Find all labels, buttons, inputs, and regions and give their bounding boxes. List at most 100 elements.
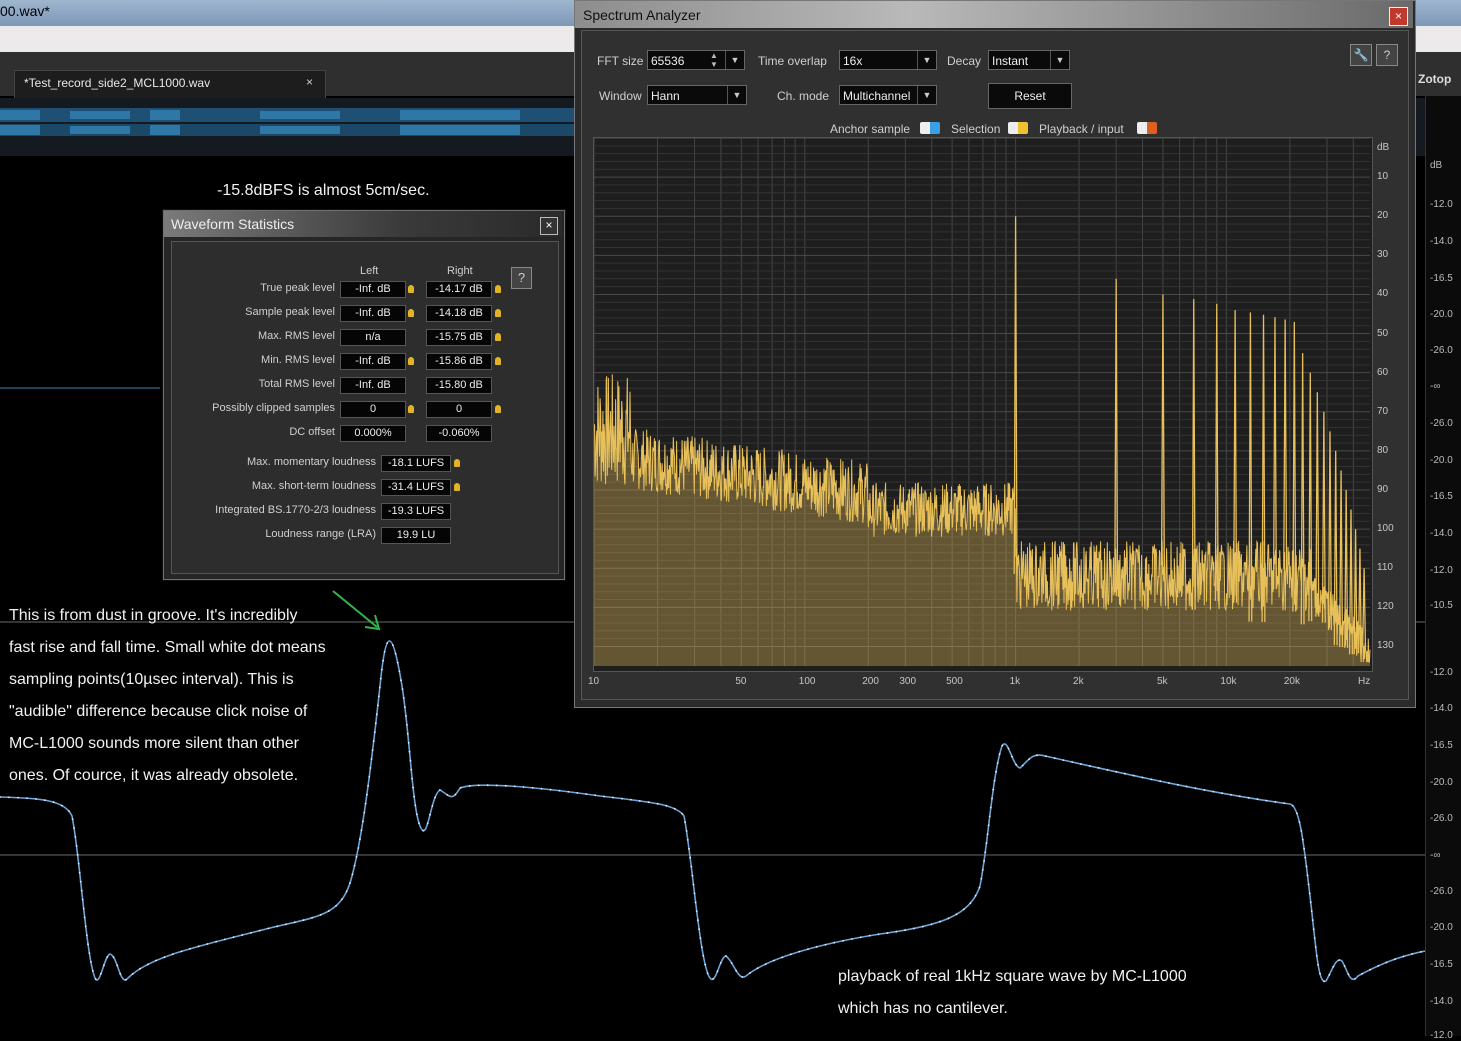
sample-dot: [378, 686, 381, 689]
window-select[interactable]: Hann ▼: [647, 85, 747, 105]
tab-close-icon[interactable]: ×: [306, 75, 313, 89]
sample-dot: [26, 797, 28, 799]
fft-size-select[interactable]: 65536 ▲ ▼ ▼: [647, 50, 745, 70]
sample-dot: [1036, 754, 1038, 757]
help-button[interactable]: ?: [511, 267, 532, 289]
sample-dot: [88, 952, 91, 954]
locate-pin-icon[interactable]: [495, 357, 501, 365]
sample-dot: [1015, 763, 1017, 766]
selection-lr-toggle[interactable]: [1008, 122, 1028, 134]
sample-dot: [1238, 795, 1241, 798]
sample-dot: [486, 784, 489, 787]
sample-dot: [716, 970, 719, 973]
sample-dot: [1168, 782, 1170, 784]
spectrum-analyzer-titlebar[interactable]: Spectrum Analyzer: [575, 1, 1413, 28]
sample-dot: [374, 722, 377, 725]
sample-dot: [116, 964, 119, 967]
sample-dot: [1053, 757, 1056, 759]
sample-dot: [1124, 772, 1126, 775]
green-arrow-icon: [332, 590, 381, 631]
sample-dot: [773, 959, 775, 962]
right-column-header: Right: [447, 265, 473, 277]
sample-dot: [1328, 973, 1331, 976]
ruler-tick-label: -20.0: [1430, 777, 1453, 788]
sample-dot: [258, 929, 261, 932]
stat-left-value: -Inf. dB: [340, 281, 406, 298]
sample-dot: [691, 874, 694, 877]
locate-pin-icon[interactable]: [495, 405, 501, 413]
sample-dot: [693, 892, 696, 895]
locate-pin-icon[interactable]: [408, 285, 414, 293]
locate-pin-icon[interactable]: [408, 405, 414, 413]
harmonic-peak: [1272, 317, 1277, 590]
sample-dot: [1132, 774, 1135, 777]
sample-dot: [702, 954, 705, 957]
sample-dot: [983, 860, 985, 862]
sample-dot: [719, 962, 722, 964]
loudness-label: Max. short-term loudness: [251, 480, 376, 492]
sample-dot: [412, 786, 414, 789]
locate-pin-icon[interactable]: [408, 309, 414, 317]
decay-select[interactable]: Instant ▼: [988, 50, 1070, 70]
anchor-lr-toggle[interactable]: [920, 122, 940, 134]
sample-dot: [112, 956, 115, 958]
sample-dot: [1347, 973, 1350, 976]
sample-dot: [90, 961, 92, 963]
chevron-down-icon: ▼: [725, 51, 744, 69]
sample-dot: [699, 937, 702, 939]
dust-note-line: sampling points(10µsec interval). This i…: [9, 671, 294, 688]
spectrum-plot[interactable]: [593, 137, 1373, 672]
chevron-down-icon: ▼: [1050, 51, 1069, 69]
locate-pin-icon[interactable]: [495, 333, 501, 341]
sample-dot: [913, 927, 915, 930]
sample-dot: [394, 652, 397, 655]
stat-label: Sample peak level: [245, 306, 335, 318]
waveform-statistics-titlebar[interactable]: Waveform Statistics: [164, 211, 562, 237]
sample-dot: [612, 796, 614, 799]
right-panel-label: Zotop: [1418, 72, 1452, 86]
loudness-value: -18.1 LUFS: [381, 455, 451, 472]
stat-right-value: -15.80 dB: [426, 377, 492, 394]
spinner-icon[interactable]: ▲ ▼: [710, 51, 718, 69]
time-overlap-label: Time overlap: [758, 54, 827, 68]
sample-dot: [985, 842, 988, 845]
sample-dot: [35, 798, 37, 800]
sample-dot: [904, 929, 906, 932]
sample-dot: [80, 889, 83, 892]
locate-pin-icon[interactable]: [495, 309, 501, 317]
locate-pin-icon[interactable]: [495, 285, 501, 293]
sample-dot: [665, 804, 668, 807]
sample-dot: [341, 898, 343, 900]
sample-dot: [522, 786, 525, 788]
close-icon[interactable]: ×: [540, 217, 558, 235]
help-button[interactable]: ?: [1376, 44, 1398, 66]
time-overlap-select[interactable]: 16x ▼: [839, 50, 937, 70]
sample-dot: [76, 853, 79, 856]
sample-dot: [414, 804, 417, 807]
locate-pin-icon[interactable]: [454, 483, 460, 491]
ruler-tick-label: -14.0: [1430, 236, 1453, 247]
loudness-value: 19.9 LU: [381, 527, 451, 544]
sample-dot: [1080, 763, 1082, 765]
reset-button[interactable]: Reset: [988, 83, 1072, 109]
playback-note-line: which has no cantilever.: [838, 1000, 1008, 1017]
locate-pin-icon[interactable]: [454, 459, 460, 467]
close-icon[interactable]: ×: [1389, 7, 1408, 26]
sample-dot: [241, 934, 244, 936]
sample-dot: [690, 865, 693, 868]
sample-dot: [700, 946, 703, 948]
locate-pin-icon[interactable]: [408, 357, 414, 365]
hz-tick-label: 500: [946, 676, 963, 687]
wrench-icon[interactable]: 🔧: [1350, 44, 1372, 66]
host-document-title: 00.wav*: [0, 3, 50, 19]
sample-dot: [1303, 847, 1305, 850]
sample-dot: [576, 792, 579, 794]
sample-dot: [302, 919, 305, 922]
sample-dot: [531, 786, 534, 789]
sample-dot: [398, 670, 401, 673]
channel-mode-select[interactable]: Multichannel ▼: [839, 85, 937, 105]
sample-dot: [1385, 961, 1388, 964]
playback-lr-toggle[interactable]: [1137, 122, 1157, 134]
sample-dot: [401, 688, 404, 690]
sample-dot: [1021, 764, 1024, 767]
